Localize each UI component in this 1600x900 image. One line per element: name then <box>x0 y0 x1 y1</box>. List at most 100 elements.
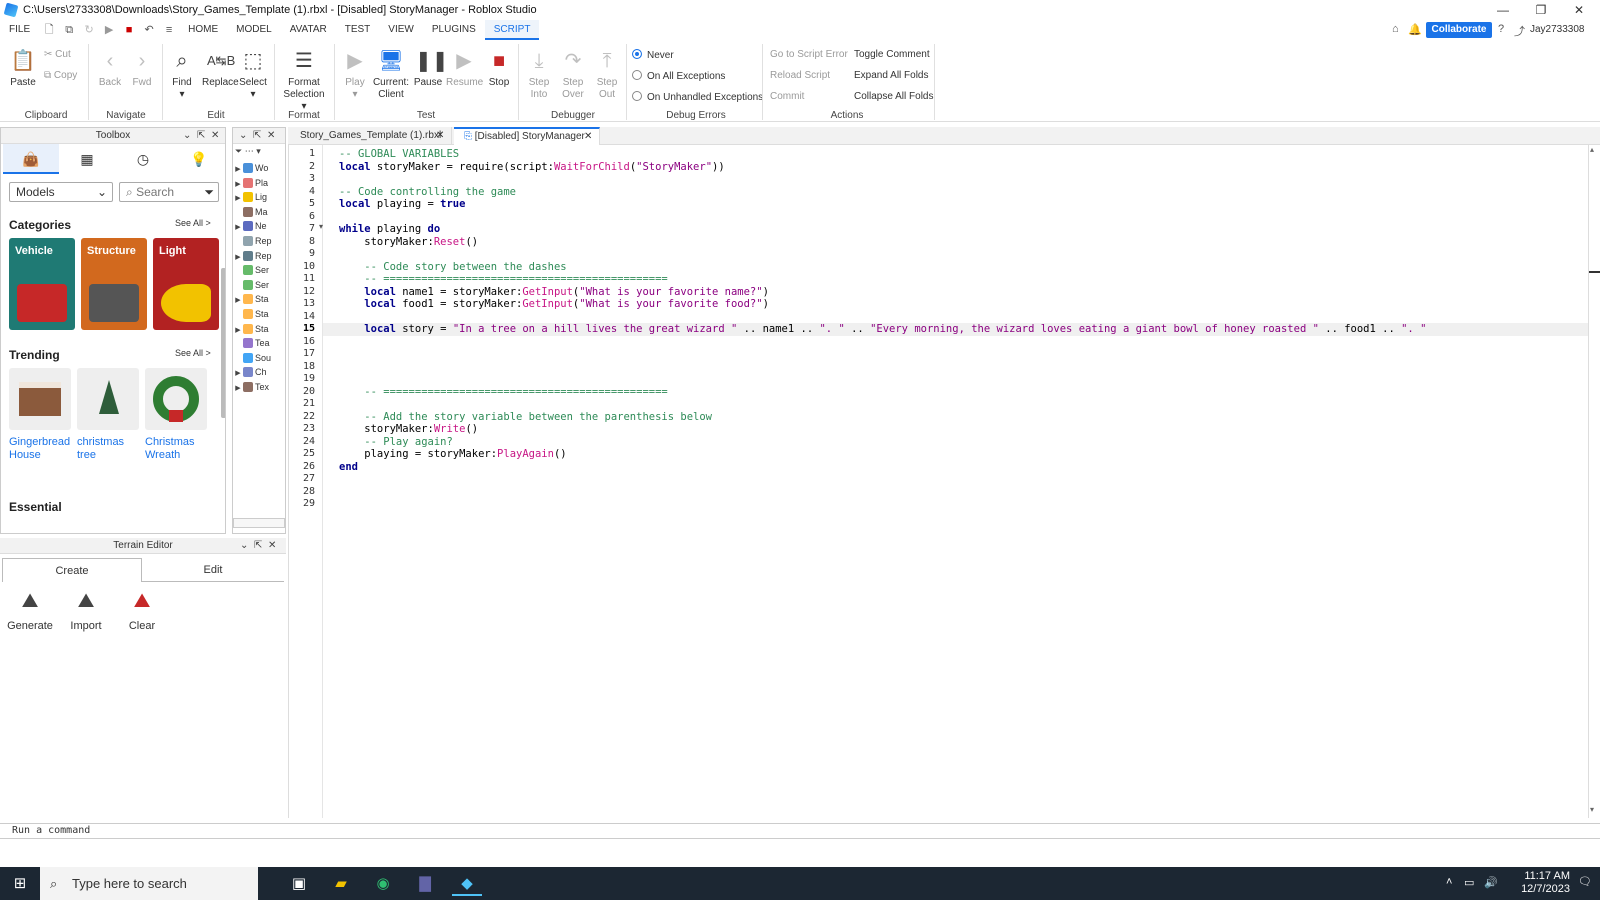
menu-test[interactable]: TEST <box>336 20 380 40</box>
menu-home[interactable]: HOME <box>179 20 227 40</box>
tray-chevron-icon[interactable]: ˄ <box>1446 876 1452 888</box>
generate-button[interactable]: ⛰ Generate <box>2 588 58 632</box>
code-line[interactable]: storyMaker:Reset() <box>339 236 478 249</box>
collaborate-button[interactable]: Collaborate <box>1426 22 1492 38</box>
explorer-item[interactable]: Ma <box>233 205 268 219</box>
cut-button[interactable]: ✂ Cut <box>44 49 71 60</box>
paste-button[interactable]: 📋 Paste <box>8 48 38 89</box>
task-view-icon[interactable]: ▣ <box>284 871 314 896</box>
menu-model[interactable]: MODEL <box>227 20 281 40</box>
tab-recent[interactable]: ◷ <box>115 144 171 174</box>
customize-icon[interactable]: ≡ <box>162 23 176 37</box>
radio-never[interactable]: Never <box>632 49 674 61</box>
undock-icon[interactable]: ⇱ <box>197 128 205 144</box>
select-button[interactable]: ⬚ Select ▾ <box>238 48 268 101</box>
christmas-tree-thumbnail[interactable] <box>77 368 139 430</box>
close-tab-icon[interactable]: ✕ <box>584 129 592 145</box>
tab-storymanager-script[interactable]: ⎘ [Disabled] StoryManager ✕ <box>454 127 600 145</box>
close-icon[interactable]: ✕ <box>268 538 276 554</box>
undock-icon[interactable]: ⇱ <box>254 538 262 554</box>
trending-item-label[interactable]: Christmas Wreath <box>145 436 195 462</box>
command-input[interactable]: Run a command <box>12 825 90 836</box>
taskbar-search-input[interactable]: ⌕ Type here to search <box>40 867 258 900</box>
windows-start-icon[interactable]: ⊞ <box>5 871 35 896</box>
filter-icon[interactable]: ⏷ <box>204 183 214 201</box>
close-icon[interactable]: ✕ <box>211 128 219 144</box>
menu-script[interactable]: SCRIPT <box>484 20 540 40</box>
step-over-button[interactable]: ↷ Step Over <box>558 48 588 101</box>
stop-small-icon[interactable]: ■ <box>122 23 136 37</box>
share-icon[interactable]: ⤴ <box>1514 23 1525 39</box>
close-icon[interactable]: ✕ <box>267 128 275 144</box>
explorer-item[interactable]: ▶ Wo <box>233 161 268 175</box>
close-tab-icon[interactable]: ✕ <box>436 127 444 145</box>
code-line[interactable]: local story = "In a tree on a hill lives… <box>339 323 1426 336</box>
close-button[interactable]: ✕ <box>1560 0 1598 20</box>
commit-button[interactable]: Commit <box>770 91 804 102</box>
toggle-comment-button[interactable]: Toggle Comment <box>854 49 930 60</box>
code-line[interactable]: -- =====================================… <box>339 273 667 286</box>
maximize-button[interactable]: ❐ <box>1522 0 1560 20</box>
fold-toggle-icon[interactable]: ▾ <box>319 222 323 231</box>
category-light[interactable]: Light <box>153 238 219 330</box>
stop-button[interactable]: ■ Stop <box>484 48 514 89</box>
expand-all-folds-button[interactable]: Expand All Folds <box>854 70 929 81</box>
clear-button[interactable]: ⛰ Clear <box>114 588 170 632</box>
code-line[interactable]: local name1 = storyMaker:GetInput("What … <box>339 286 769 299</box>
tab-inventory[interactable]: 👜 <box>3 144 59 174</box>
trending-item-label[interactable]: Gingerbread House <box>9 436 70 462</box>
explorer-item[interactable]: Ser <box>233 278 269 292</box>
code-line[interactable]: local storyMaker = require(script:WaitFo… <box>339 161 725 174</box>
expand-icon[interactable]: ▶ <box>233 382 243 396</box>
edge-browser-icon[interactable]: ◉ <box>368 871 398 896</box>
tab-create[interactable]: Create <box>2 558 142 582</box>
toolbox-scrollbar[interactable] <box>221 268 225 418</box>
code-line[interactable]: playing = storyMaker:PlayAgain() <box>339 448 566 461</box>
help-icon[interactable]: ? <box>1498 23 1504 35</box>
file-explorer-icon[interactable]: ▰ <box>326 871 356 896</box>
code-line[interactable]: -- Code story between the dashes <box>339 261 566 274</box>
pause-button[interactable]: ❚❚ Pause <box>412 48 449 89</box>
find-button[interactable]: ⌕ Find ▾ <box>168 48 196 101</box>
notification-icon[interactable]: 🔔 <box>1408 23 1422 36</box>
import-button[interactable]: ⛰ Import <box>58 588 114 632</box>
roblox-studio-taskbar-icon[interactable]: ◆ <box>452 871 482 896</box>
explorer-item[interactable]: Sta <box>233 307 269 321</box>
step-out-button[interactable]: ⤒ Step Out <box>592 48 622 101</box>
forward-button[interactable]: › Fwd <box>128 48 156 89</box>
code-line[interactable]: while playing do <box>339 223 440 236</box>
explorer-item[interactable]: ▶ Sta <box>233 322 269 336</box>
chevron-down-icon[interactable]: ⌄ <box>183 128 191 144</box>
explorer-item[interactable]: Tea <box>233 336 270 350</box>
tab-creations[interactable]: 💡 <box>171 144 225 174</box>
explorer-item[interactable]: ▶ Sta <box>233 292 269 306</box>
new-file-icon[interactable]: 🗋 <box>42 23 56 37</box>
category-dropdown[interactable]: Models ⌄ <box>9 182 113 202</box>
explorer-item[interactable]: ▶ Ch <box>233 365 267 379</box>
user-name[interactable]: Jay2733308 <box>1530 24 1585 35</box>
code-line[interactable]: end <box>339 461 358 474</box>
notifications-icon[interactable]: 🗨 <box>1578 875 1592 888</box>
network-icon[interactable]: ▭ <box>1464 876 1474 889</box>
menu-view[interactable]: VIEW <box>379 20 423 40</box>
search-input[interactable]: ⌕ Search ⏷ <box>119 182 219 202</box>
collapse-all-folds-button[interactable]: Collapse All Folds <box>854 91 933 102</box>
replace-button[interactable]: A↹B Replace <box>202 48 239 89</box>
radio-on-unhandled-exceptions[interactable]: On Unhandled Exceptions <box>632 91 763 103</box>
play-button[interactable]: ▶ Play ▾ <box>340 48 370 101</box>
script-editor[interactable]: 1 2 3 4 5 6 7 8 9 10 11 12 13 14 15 16 17 18 19 20 21 22 23 24 2… <box>288 145 1588 818</box>
teams-icon[interactable]: ▇ <box>410 871 440 896</box>
category-vehicle[interactable]: Vehicle <box>9 238 75 330</box>
explorer-item[interactable]: ▶ Ne <box>233 219 267 233</box>
scroll-up-icon[interactable]: ▴ <box>1590 145 1594 154</box>
explorer-item[interactable]: ▶ Pla <box>233 176 268 190</box>
scroll-down-icon[interactable]: ▾ <box>1590 805 1594 814</box>
current-client-button[interactable]: 🖥 Current: Client <box>372 48 410 101</box>
code-line[interactable]: storyMaker:Write() <box>339 423 478 436</box>
copy-button[interactable]: ⧉ Copy <box>44 70 77 81</box>
open-icon[interactable]: ⧉ <box>62 23 76 37</box>
home-icon[interactable]: ⌂ <box>1392 23 1399 35</box>
code-line[interactable]: local food1 = storyMaker:GetInput("What … <box>339 298 769 311</box>
menu-plugins[interactable]: PLUGINS <box>423 20 485 40</box>
explorer-item[interactable]: Ser <box>233 263 269 277</box>
